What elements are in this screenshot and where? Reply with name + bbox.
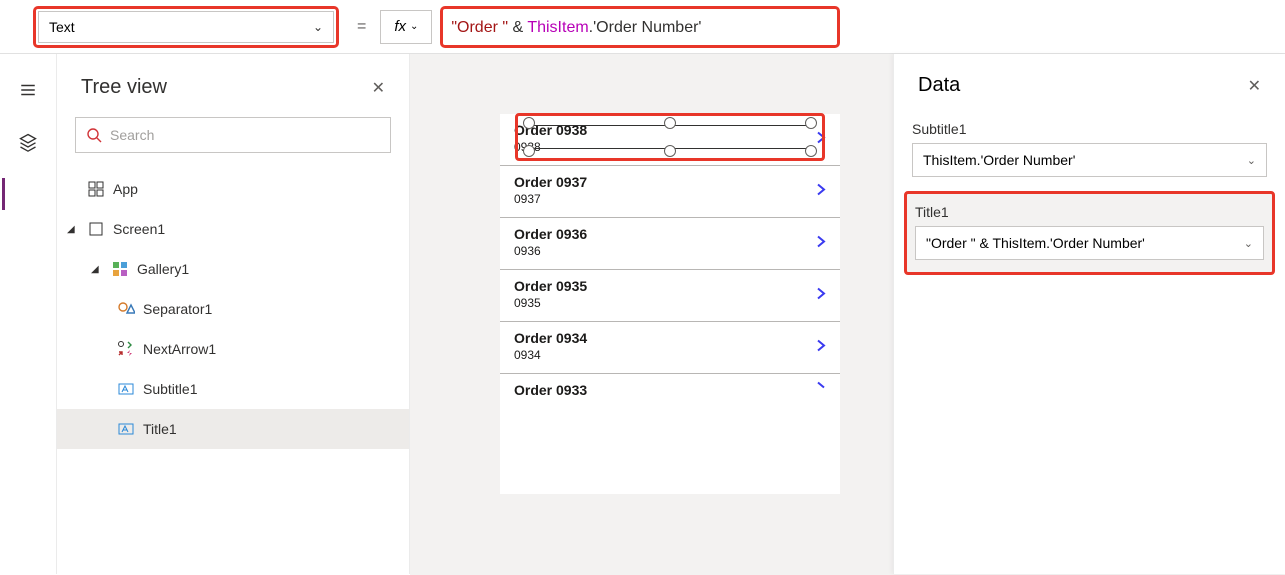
property-selector[interactable]: Text ⌄ — [38, 11, 334, 43]
label-icon — [117, 381, 135, 397]
data-field-label: Subtitle1 — [912, 121, 1267, 137]
fx-label: fx — [394, 18, 406, 35]
tree-item-title1[interactable]: Title1 — [57, 409, 409, 449]
chevron-right-icon[interactable] — [814, 381, 828, 400]
chevron-down-icon: ⌄ — [1247, 154, 1256, 167]
tree-item-label: Separator1 — [143, 301, 212, 317]
gallery-item-subtitle: 0935 — [514, 296, 826, 310]
left-rail — [0, 54, 56, 574]
chevron-right-icon[interactable] — [814, 286, 828, 305]
gallery-item[interactable]: Order 0936 0936 — [500, 218, 840, 270]
gallery-item-subtitle: 0934 — [514, 348, 826, 362]
data-field-select[interactable]: ThisItem.'Order Number' ⌄ — [912, 143, 1267, 177]
data-field-subtitle1: Subtitle1 ThisItem.'Order Number' ⌄ — [894, 121, 1285, 191]
hamburger-icon[interactable] — [16, 78, 40, 102]
property-selector-label: Text — [49, 19, 75, 35]
gallery-item-title: Order 0935 — [514, 278, 826, 294]
equals-sign: = — [357, 18, 366, 36]
chevron-down-icon: ⌄ — [410, 21, 418, 32]
gallery-icon — [111, 261, 129, 277]
tree-item-label: Screen1 — [113, 221, 165, 237]
tree-item-label: App — [113, 181, 138, 197]
close-icon[interactable]: ✕ — [372, 78, 385, 98]
search-input-container[interactable] — [75, 117, 391, 153]
chevron-down-icon: ⌄ — [1244, 237, 1253, 250]
tree-view-panel: Tree view ✕ App ◢ Screen1 ◢ Gallery1 — [56, 54, 410, 574]
resize-handle[interactable] — [664, 145, 676, 157]
grid-icon — [87, 181, 105, 197]
tree-item-separator1[interactable]: Separator1 — [57, 289, 409, 329]
resize-handle[interactable] — [805, 117, 817, 129]
tree-item-label: Subtitle1 — [143, 381, 197, 397]
resize-handle[interactable] — [664, 117, 676, 129]
data-panel-title: Data — [918, 74, 960, 97]
data-panel: Data ✕ Subtitle1 ThisItem.'Order Number'… — [893, 54, 1285, 574]
data-field-value: "Order " & ThisItem.'Order Number' — [926, 235, 1145, 251]
data-field-value: ThisItem.'Order Number' — [923, 152, 1075, 168]
chevron-down-icon[interactable]: ◢ — [67, 224, 79, 235]
chevron-down-icon[interactable]: ◢ — [91, 264, 103, 275]
gallery-item[interactable]: Order 0935 0935 — [500, 270, 840, 322]
tree-item-gallery1[interactable]: ◢ Gallery1 — [57, 249, 409, 289]
search-icon — [86, 127, 102, 143]
tree-view-title: Tree view — [81, 76, 167, 99]
fx-button[interactable]: fx ⌄ — [380, 10, 432, 44]
tree-item-subtitle1[interactable]: Subtitle1 — [57, 369, 409, 409]
gallery-item-subtitle: 0937 — [514, 192, 826, 206]
gallery-item-subtitle: 0936 — [514, 244, 826, 258]
formula-expression[interactable]: "Order " & ThisItem.'Order Number' — [451, 17, 701, 37]
tree-item-app[interactable]: App — [57, 169, 409, 209]
tree-item-nextarrow1[interactable]: NextArrow1 — [57, 329, 409, 369]
tree-item-label: NextArrow1 — [143, 341, 216, 357]
icon-set-icon — [117, 340, 135, 358]
chevron-right-icon[interactable] — [814, 234, 828, 253]
chevron-down-icon: ⌄ — [313, 20, 323, 34]
data-field-title1-highlight: Title1 "Order " & ThisItem.'Order Number… — [904, 191, 1275, 275]
gallery-item-title: Order 0936 — [514, 226, 826, 242]
property-selector-highlight: Text ⌄ — [33, 6, 339, 48]
tree-item-label: Title1 — [143, 421, 177, 437]
tree-list: App ◢ Screen1 ◢ Gallery1 Separator1 — [57, 169, 409, 449]
gallery-item[interactable]: Order 0934 0934 — [500, 322, 840, 374]
chevron-right-icon[interactable] — [814, 182, 828, 201]
data-field-select[interactable]: "Order " & ThisItem.'Order Number' ⌄ — [915, 226, 1264, 260]
tree-item-screen1[interactable]: ◢ Screen1 — [57, 209, 409, 249]
formula-expression-highlight: "Order " & ThisItem.'Order Number' — [440, 6, 840, 48]
chevron-right-icon[interactable] — [814, 338, 828, 357]
screen-preview[interactable]: Order 0938 0938 Order 0937 0937 Order 09… — [500, 114, 840, 494]
gallery-item-title: Order 0937 — [514, 174, 826, 190]
screen-icon — [87, 221, 105, 237]
shapes-icon — [117, 300, 135, 318]
formula-bar: Text ⌄ = fx ⌄ "Order " & ThisItem.'Order… — [0, 0, 1285, 54]
layers-icon[interactable] — [16, 130, 40, 154]
gallery-item[interactable]: Order 0933 — [500, 374, 840, 406]
label-icon — [117, 421, 135, 437]
gallery-item[interactable]: Order 0937 0937 — [500, 166, 840, 218]
active-rail-indicator — [2, 178, 5, 210]
selection-highlight — [515, 113, 825, 161]
gallery-item-title: Order 0933 — [514, 382, 826, 398]
data-field-label: Title1 — [915, 204, 1264, 220]
gallery-item-title: Order 0934 — [514, 330, 826, 346]
resize-handle[interactable] — [523, 117, 535, 129]
resize-handle[interactable] — [523, 145, 535, 157]
resize-handle[interactable] — [805, 145, 817, 157]
close-icon[interactable]: ✕ — [1248, 76, 1261, 96]
search-input[interactable] — [110, 127, 380, 143]
tree-item-label: Gallery1 — [137, 261, 189, 277]
